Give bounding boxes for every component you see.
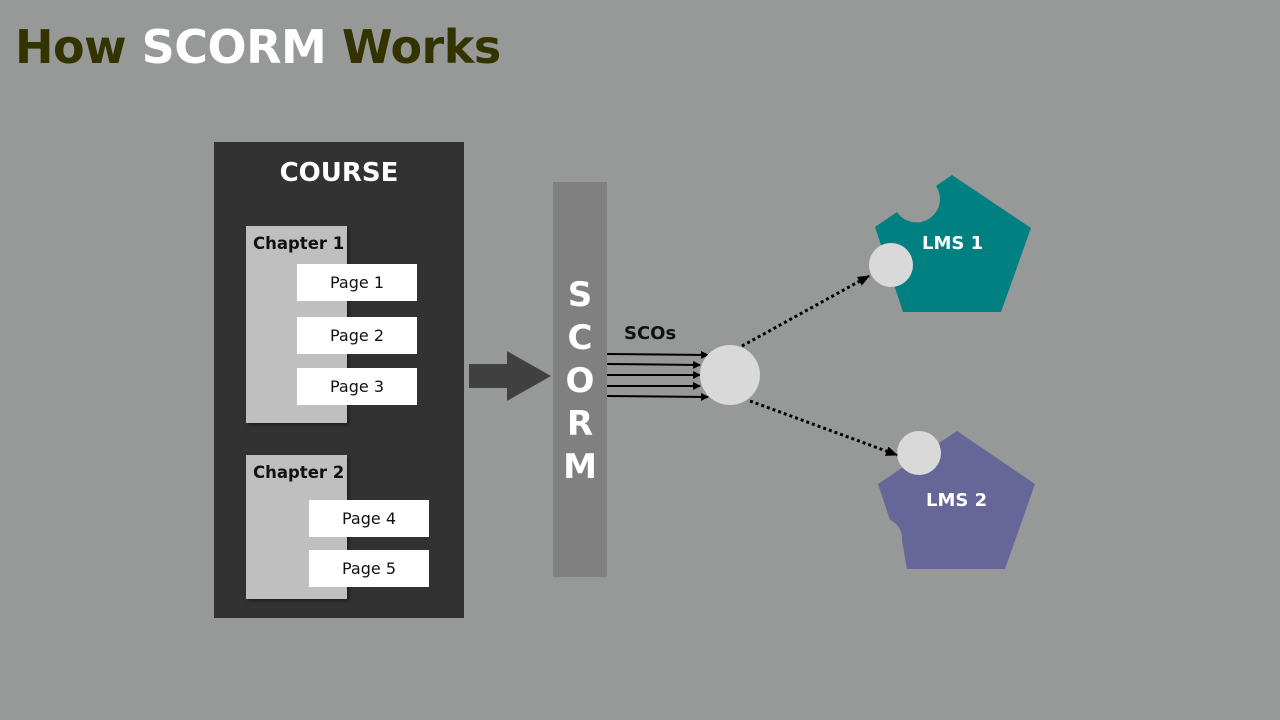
lms-2-connector	[897, 431, 941, 475]
hub-circle	[700, 345, 760, 405]
lms-2-label: LMS 2	[926, 490, 988, 511]
dotted-arrow-lms-1	[741, 274, 870, 348]
sco-arrow	[606, 350, 709, 359]
dotted-arrow-lms-2	[749, 399, 898, 457]
sco-arrow	[606, 360, 701, 369]
diagram-connectors	[606, 175, 1035, 569]
lms-1-label: LMS 1	[922, 233, 984, 254]
sco-arrow	[606, 392, 709, 401]
lms-1-connector	[869, 243, 913, 287]
